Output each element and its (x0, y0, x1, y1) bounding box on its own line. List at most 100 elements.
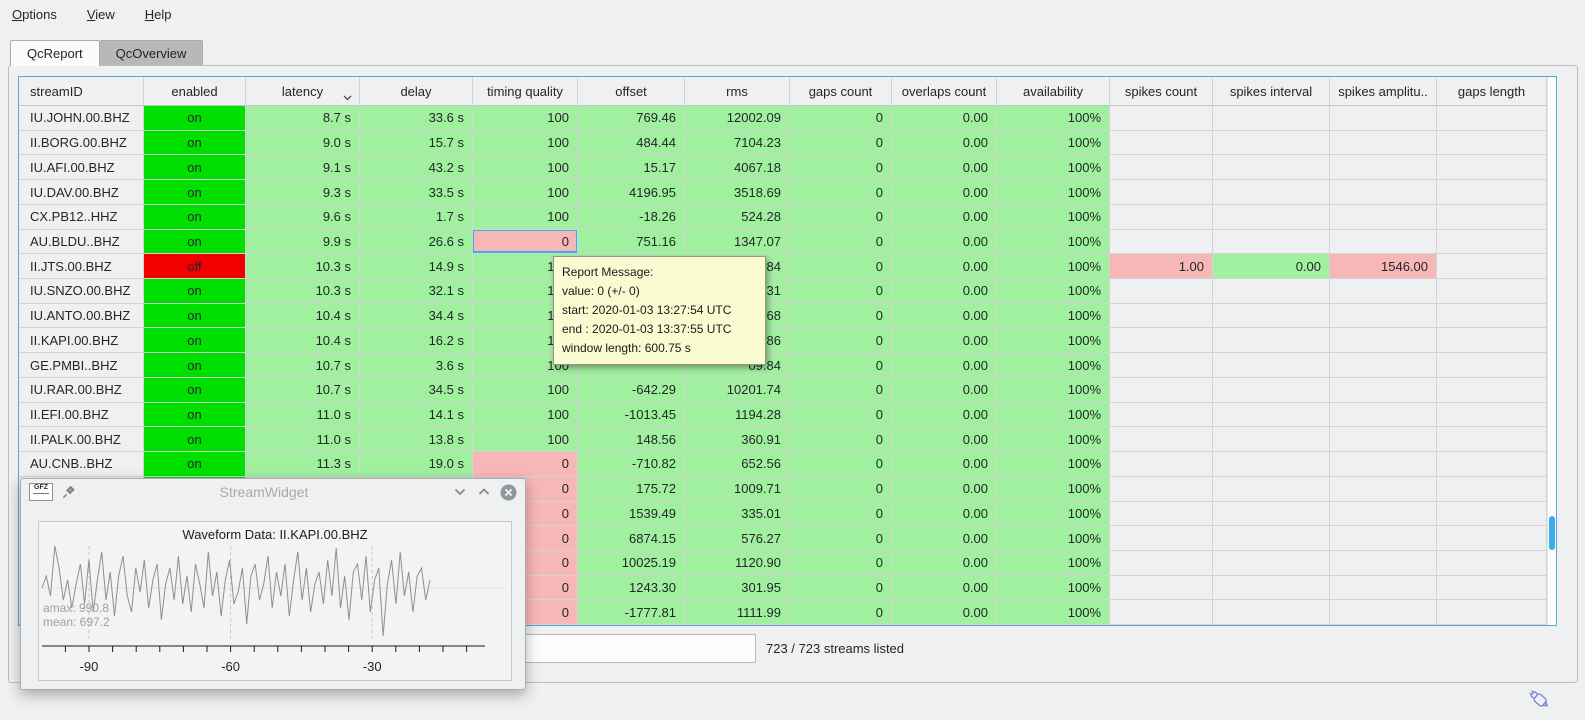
table-cell-rms[interactable]: 1194.28 (685, 403, 790, 428)
table-cell-gaps-count[interactable]: 0 (790, 106, 892, 131)
table-cell-delay[interactable]: 34.5 s (360, 378, 473, 403)
table-cell-availability[interactable]: 100% (997, 452, 1110, 477)
table-cell-availability[interactable]: 100% (997, 279, 1110, 304)
table-cell-enabled[interactable]: on (144, 378, 246, 403)
table-cell-delay[interactable]: 33.5 s (360, 180, 473, 205)
table-row[interactable]: II.PALK.00.BHZon11.0 s13.8 s100148.56360… (19, 427, 1547, 452)
table-cell-offset[interactable]: -1777.81 (578, 600, 685, 625)
table-cell-gaps-count[interactable]: 0 (790, 600, 892, 625)
table-cell-spikes-count[interactable] (1110, 452, 1213, 477)
table-cell-spikes-interval[interactable] (1213, 205, 1330, 230)
table-cell-gaps-count[interactable]: 0 (790, 180, 892, 205)
table-cell-availability[interactable]: 100% (997, 180, 1110, 205)
column-header-enabled[interactable]: enabled (144, 77, 246, 106)
table-cell-offset[interactable]: 751.16 (578, 230, 685, 255)
table-cell-availability[interactable]: 100% (997, 526, 1110, 551)
table-cell-availability[interactable]: 100% (997, 328, 1110, 353)
table-cell-spikes-amplitude[interactable] (1330, 328, 1437, 353)
table-cell-spikes-interval[interactable] (1213, 131, 1330, 156)
table-cell-stream-id[interactable]: II.JTS.00.BHZ (19, 254, 144, 279)
column-header-overlaps-count[interactable]: overlaps count (892, 77, 997, 106)
table-cell-spikes-amplitude[interactable] (1330, 205, 1437, 230)
table-cell-gaps-length[interactable] (1437, 155, 1547, 180)
table-cell-gaps-count[interactable]: 0 (790, 230, 892, 255)
table-cell-spikes-interval[interactable] (1213, 304, 1330, 329)
table-cell-delay[interactable]: 34.4 s (360, 304, 473, 329)
table-row[interactable]: II.BORG.00.BHZon9.0 s15.7 s100484.447104… (19, 131, 1547, 156)
table-cell-offset[interactable]: 1539.49 (578, 502, 685, 527)
table-cell-delay[interactable]: 32.1 s (360, 279, 473, 304)
table-row[interactable]: CX.PB12..HHZon9.6 s1.7 s100-18.26524.280… (19, 205, 1547, 230)
table-cell-gaps-count[interactable]: 0 (790, 304, 892, 329)
table-cell-gaps-count[interactable]: 0 (790, 254, 892, 279)
table-cell-enabled[interactable]: on (144, 106, 246, 131)
table-cell-gaps-length[interactable] (1437, 477, 1547, 502)
table-cell-timing-quality[interactable]: 100 (473, 131, 578, 156)
column-header-gaps-length[interactable]: gaps length (1437, 77, 1547, 106)
table-cell-enabled[interactable]: on (144, 353, 246, 378)
table-cell-spikes-count[interactable] (1110, 328, 1213, 353)
table-cell-delay[interactable]: 26.6 s (360, 230, 473, 255)
table-cell-gaps-count[interactable]: 0 (790, 551, 892, 576)
table-cell-gaps-count[interactable]: 0 (790, 131, 892, 156)
table-cell-gaps-length[interactable] (1437, 205, 1547, 230)
table-cell-latency[interactable]: 11.0 s (246, 403, 360, 428)
table-cell-spikes-interval[interactable] (1213, 403, 1330, 428)
column-header-timing-quality[interactable]: timing quality (473, 77, 578, 106)
table-cell-offset[interactable]: 484.44 (578, 131, 685, 156)
table-cell-spikes-count[interactable] (1110, 600, 1213, 625)
table-cell-enabled[interactable]: on (144, 155, 246, 180)
table-cell-availability[interactable]: 100% (997, 576, 1110, 601)
table-cell-gaps-length[interactable] (1437, 131, 1547, 156)
table-cell-overlaps-count[interactable]: 0.00 (892, 328, 997, 353)
table-cell-delay[interactable]: 43.2 s (360, 155, 473, 180)
table-cell-spikes-amplitude[interactable] (1330, 477, 1437, 502)
table-cell-spikes-interval[interactable] (1213, 477, 1330, 502)
column-header-delay[interactable]: delay (360, 77, 473, 106)
table-cell-stream-id[interactable]: II.KAPI.00.BHZ (19, 328, 144, 353)
table-cell-delay[interactable]: 14.1 s (360, 403, 473, 428)
table-cell-overlaps-count[interactable]: 0.00 (892, 403, 997, 428)
table-cell-enabled[interactable]: on (144, 452, 246, 477)
table-cell-spikes-count[interactable] (1110, 106, 1213, 131)
table-cell-overlaps-count[interactable]: 0.00 (892, 304, 997, 329)
table-cell-delay[interactable]: 16.2 s (360, 328, 473, 353)
table-cell-gaps-length[interactable] (1437, 526, 1547, 551)
table-cell-spikes-count[interactable] (1110, 551, 1213, 576)
table-cell-availability[interactable]: 100% (997, 106, 1110, 131)
table-cell-spikes-interval[interactable] (1213, 230, 1330, 255)
table-cell-enabled[interactable]: on (144, 328, 246, 353)
table-cell-spikes-amplitude[interactable] (1330, 427, 1437, 452)
table-cell-enabled[interactable]: on (144, 427, 246, 452)
table-cell-stream-id[interactable]: AU.BLDU..BHZ (19, 230, 144, 255)
table-cell-timing-quality[interactable]: 100 (473, 378, 578, 403)
table-cell-rms[interactable]: 301.95 (685, 576, 790, 601)
table-cell-gaps-count[interactable]: 0 (790, 279, 892, 304)
table-cell-availability[interactable]: 100% (997, 427, 1110, 452)
tab-qcreport[interactable]: QcReport (10, 40, 100, 66)
table-cell-availability[interactable]: 100% (997, 353, 1110, 378)
table-cell-spikes-count[interactable] (1110, 155, 1213, 180)
table-cell-spikes-interval[interactable] (1213, 600, 1330, 625)
table-cell-spikes-count[interactable] (1110, 403, 1213, 428)
table-cell-spikes-interval[interactable]: 0.00 (1213, 254, 1330, 279)
table-row[interactable]: IU.DAV.00.BHZon9.3 s33.5 s1004196.953518… (19, 180, 1547, 205)
table-cell-offset[interactable]: 1243.30 (578, 576, 685, 601)
table-cell-offset[interactable]: 175.72 (578, 477, 685, 502)
table-cell-spikes-interval[interactable] (1213, 106, 1330, 131)
table-cell-offset[interactable]: -18.26 (578, 205, 685, 230)
table-row[interactable]: IU.RAR.00.BHZon10.7 s34.5 s100-642.29102… (19, 378, 1547, 403)
column-header-latency[interactable]: latency (246, 77, 360, 106)
table-cell-gaps-length[interactable] (1437, 353, 1547, 378)
table-cell-stream-id[interactable]: IU.DAV.00.BHZ (19, 180, 144, 205)
table-cell-spikes-amplitude[interactable] (1330, 230, 1437, 255)
column-header-stream-id[interactable]: streamID (19, 77, 144, 106)
table-cell-overlaps-count[interactable]: 0.00 (892, 180, 997, 205)
table-cell-spikes-interval[interactable] (1213, 353, 1330, 378)
table-cell-latency[interactable]: 10.7 s (246, 353, 360, 378)
table-cell-rms[interactable]: 1009.71 (685, 477, 790, 502)
table-row[interactable]: II.EFI.00.BHZon11.0 s14.1 s100-1013.4511… (19, 403, 1547, 428)
table-cell-offset[interactable]: -710.82 (578, 452, 685, 477)
table-cell-spikes-interval[interactable] (1213, 427, 1330, 452)
table-cell-overlaps-count[interactable]: 0.00 (892, 131, 997, 156)
